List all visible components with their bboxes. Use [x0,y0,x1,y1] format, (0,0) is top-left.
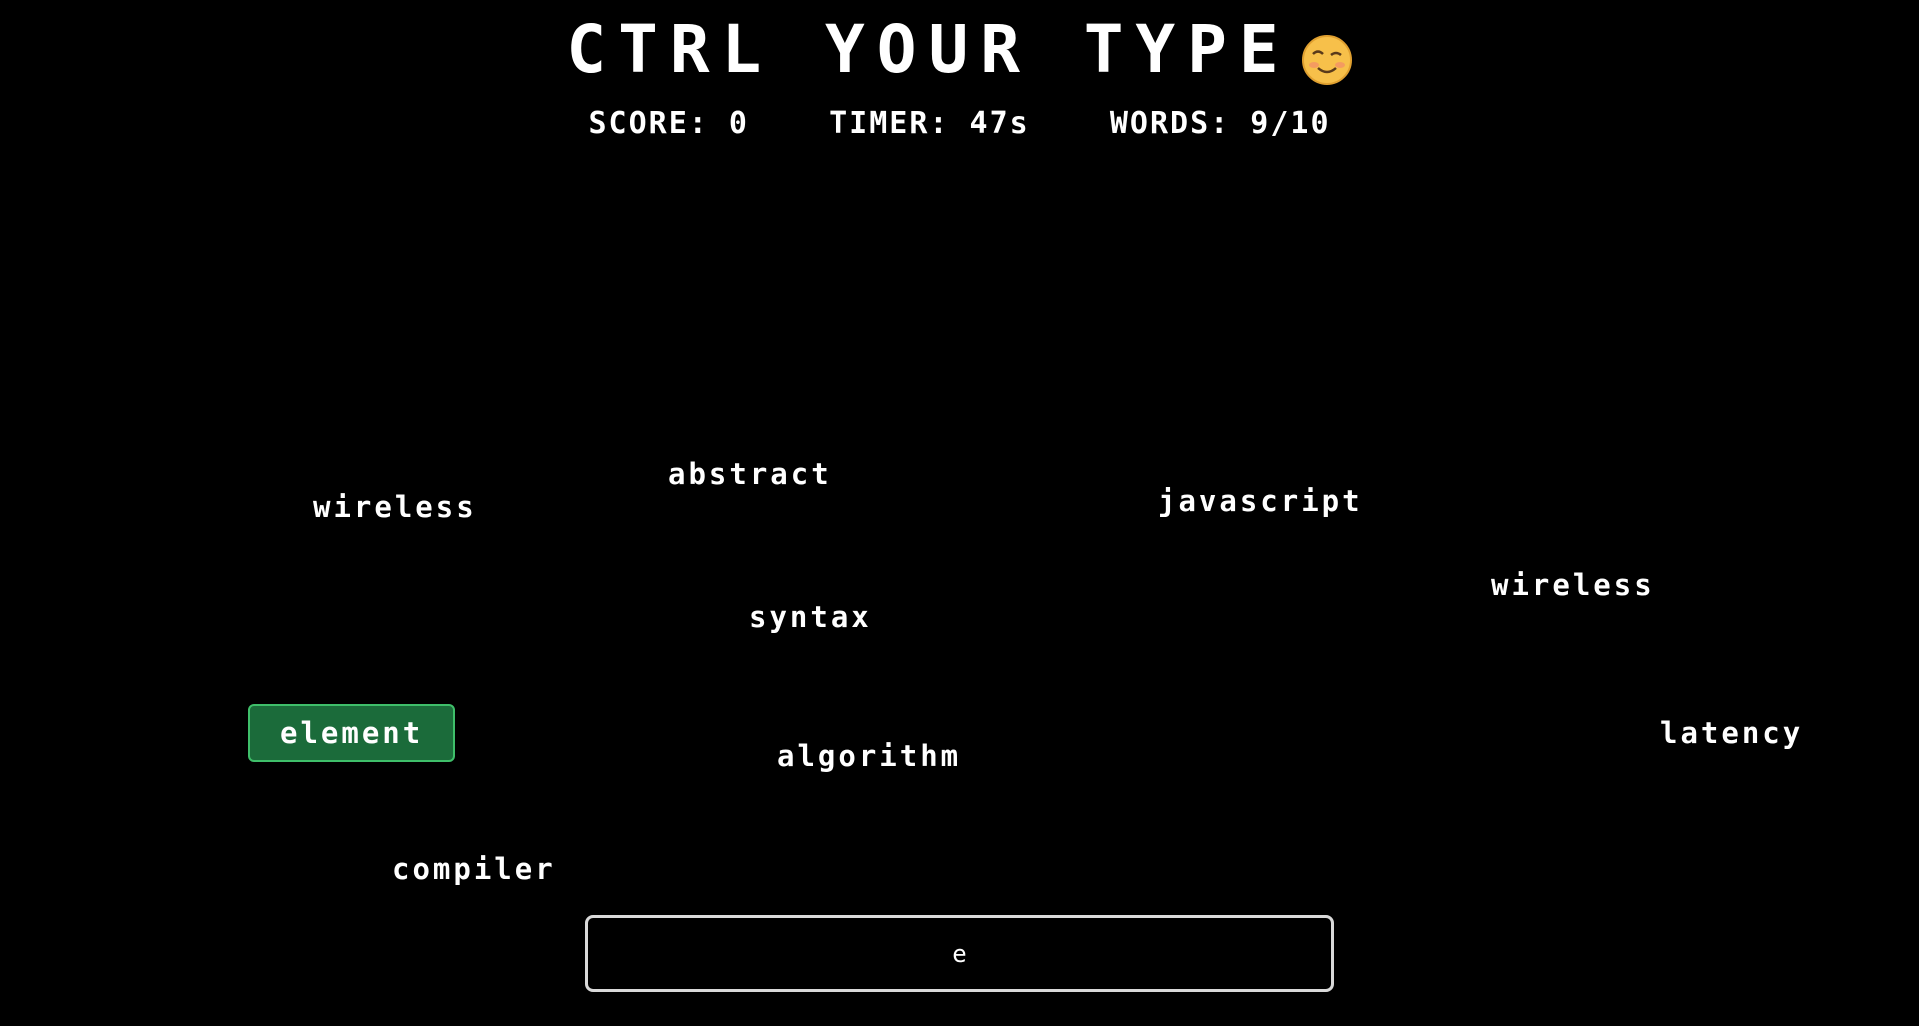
falling-word: latency [1660,716,1804,750]
winking-face-icon [1301,28,1353,85]
typing-input[interactable] [585,915,1334,992]
game-title: CTRL YOUR TYPE [0,14,1919,86]
falling-word: wireless [1491,568,1655,602]
timer-label: TIMER: [829,106,950,141]
falling-word: abstract [668,457,832,491]
falling-word: wireless [313,490,477,524]
score-label: SCORE: [588,106,709,141]
words-value: 9/10 [1250,106,1331,141]
words-label: WORDS: [1109,106,1231,141]
timer-value: 47s [969,106,1030,141]
falling-word: javascript [1158,484,1363,518]
falling-word: compiler [392,852,556,886]
falling-word: algorithm [777,739,962,773]
stats-bar: SCORE: 0 TIMER: 47s WORDS: 9/10 [0,106,1919,141]
score-value: 0 [728,106,749,141]
active-target-word: element [248,704,456,762]
game-title-text: CTRL YOUR TYPE [566,11,1291,88]
falling-word: syntax [749,600,872,634]
